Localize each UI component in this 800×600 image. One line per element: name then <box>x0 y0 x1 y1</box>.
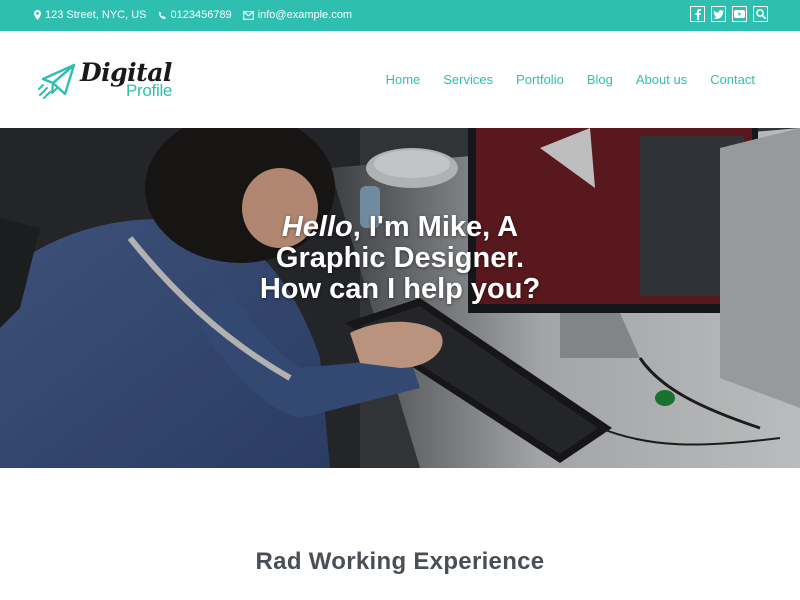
email-item[interactable]: info@example.com <box>242 9 353 21</box>
address-item: 123 Street, NYC, US <box>34 9 147 21</box>
twitter-icon <box>713 9 724 19</box>
search-icon <box>755 9 766 19</box>
hero-line-3: How can I help you? <box>259 273 541 305</box>
hero-greeting: Hello <box>281 211 353 243</box>
hero-banner: Hello, I'm Mike, A Graphic Designer. How… <box>0 128 800 468</box>
site-logo[interactable]: Digital Profile <box>38 58 188 108</box>
hero-headline: Hello, I'm Mike, A Graphic Designer. How… <box>200 212 600 305</box>
youtube-button[interactable] <box>732 6 747 22</box>
section-title: Rad Working Experience <box>255 548 545 575</box>
top-bar: 123 Street, NYC, US 0123456789 info@exam… <box>0 0 800 31</box>
hero-line-2: Graphic Designer. <box>275 242 525 274</box>
hero-line-1: Hello, I'm Mike, A <box>200 212 600 243</box>
phone-item[interactable]: 0123456789 <box>158 9 232 21</box>
twitter-button[interactable] <box>711 6 726 22</box>
email-text: info@example.com <box>257 9 353 21</box>
nav-item-services[interactable]: Services <box>443 72 493 87</box>
nav-item-blog[interactable]: Blog <box>587 72 613 87</box>
contact-info: 123 Street, NYC, US 0123456789 info@exam… <box>34 9 363 21</box>
nav-item-contact[interactable]: Contact <box>710 72 755 87</box>
hero-line-1-rest: , I'm Mike, A <box>352 211 519 243</box>
nav-item-portfolio[interactable]: Portfolio <box>516 72 564 87</box>
facebook-icon <box>694 8 701 20</box>
nav-item-home[interactable]: Home <box>386 72 421 87</box>
youtube-icon <box>734 10 745 18</box>
map-pin-icon <box>34 10 41 20</box>
phone-icon <box>158 10 166 19</box>
address-text: 123 Street, NYC, US <box>45 9 147 21</box>
phone-text: 0123456789 <box>170 9 232 21</box>
facebook-button[interactable] <box>690 6 705 22</box>
paper-plane-icon <box>38 63 76 99</box>
main-nav: Home Services Portfolio Blog About us Co… <box>363 72 755 87</box>
envelope-icon <box>242 10 254 20</box>
site-header: Digital Profile Home Services Portfolio … <box>0 31 800 128</box>
search-button[interactable] <box>753 6 768 22</box>
social-links <box>684 6 768 22</box>
nav-item-about[interactable]: About us <box>636 72 687 87</box>
logo-subword: Profile <box>126 81 173 100</box>
